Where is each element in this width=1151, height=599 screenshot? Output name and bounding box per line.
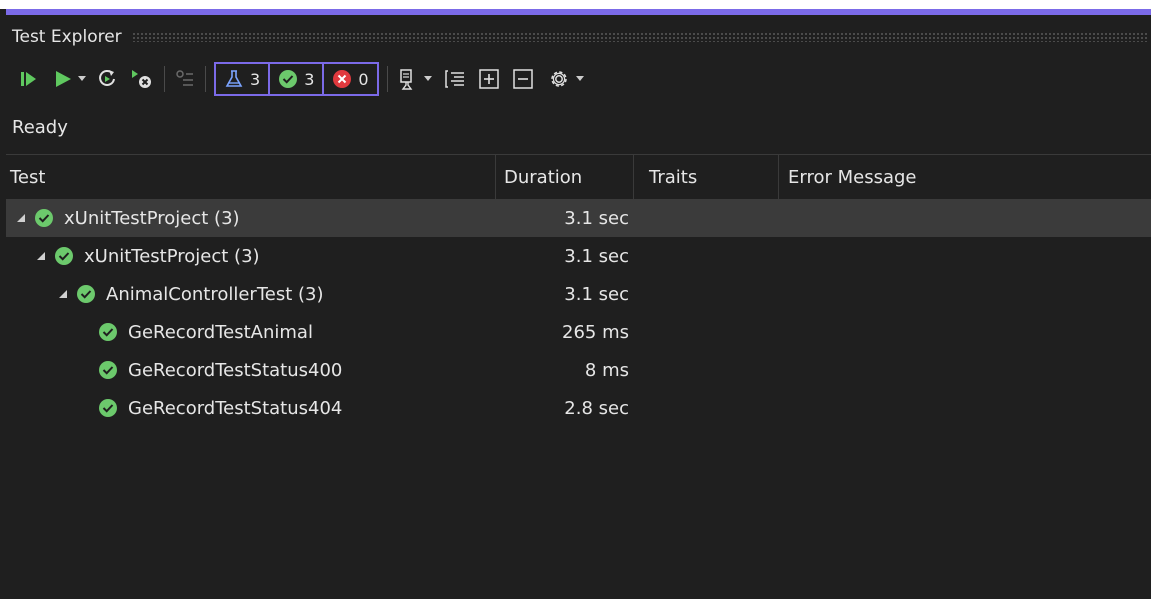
total-tests-counter[interactable]: 3 (216, 64, 271, 94)
pass-check-icon (54, 246, 74, 266)
row-duration: 2.8 sec (564, 397, 629, 419)
failed-count: 0 (358, 69, 369, 89)
flask-icon (225, 70, 243, 87)
pass-check-icon (279, 70, 298, 88)
tree-row-test[interactable]: GeRecordTestAnimal 265 ms (6, 313, 1151, 351)
tree-row-name: xUnitTestProject (3) (34, 246, 260, 267)
group-icon[interactable] (442, 64, 468, 94)
row-label: GeRecordTestStatus404 (128, 397, 343, 419)
row-duration: 3.1 sec (564, 207, 629, 229)
run-dropdown-chevron-down-icon[interactable] (74, 64, 90, 94)
expanded-triangle-icon[interactable] (34, 251, 48, 261)
tree-row-test[interactable]: GeRecordTestStatus404 2.8 sec (6, 389, 1151, 427)
window-title: Test Explorer (12, 27, 122, 47)
total-count: 3 (250, 69, 261, 89)
title-bar[interactable]: Test Explorer (6, 23, 1151, 51)
tree-row-test[interactable]: GeRecordTestStatus400 8 ms (6, 351, 1151, 389)
toolbar: 3 3 0 (6, 59, 1151, 99)
settings-dropdown-chevron-down-icon[interactable] (572, 64, 588, 94)
passed-count: 3 (304, 69, 315, 89)
row-duration: 3.1 sec (564, 283, 629, 305)
tree-row-project-root[interactable]: xUnitTestProject (3) 3.1 sec (6, 199, 1151, 237)
repeat-icon[interactable] (94, 64, 120, 94)
run-all-icon[interactable] (16, 64, 42, 94)
test-tree: xUnitTestProject (3) 3.1 sec xUnitTestPr… (6, 199, 1151, 427)
pass-check-icon (98, 360, 118, 380)
fail-x-icon (333, 70, 352, 88)
passed-tests-counter[interactable]: 3 (270, 64, 325, 94)
tree-row-name: GeRecordTestAnimal (98, 322, 313, 343)
pass-check-icon (98, 322, 118, 342)
pass-check-icon (76, 284, 96, 304)
row-label: AnimalControllerTest (3) (106, 283, 324, 305)
collapse-all-icon[interactable] (510, 64, 536, 94)
row-duration: 265 ms (562, 321, 629, 343)
toolbar-separator (386, 66, 388, 92)
column-header: Test Duration Traits Error Message (6, 155, 1151, 199)
row-label: xUnitTestProject (3) (64, 207, 240, 229)
expand-all-icon[interactable] (476, 64, 502, 94)
tree-row-name: AnimalControllerTest (3) (56, 284, 324, 305)
playlist-dropdown-chevron-down-icon[interactable] (420, 64, 436, 94)
status-text: Ready (12, 117, 68, 138)
row-label: GeRecordTestAnimal (128, 321, 313, 343)
toolbar-separator (164, 66, 165, 92)
pass-check-icon (98, 398, 118, 418)
tree-row-class[interactable]: AnimalControllerTest (3) 3.1 sec (6, 275, 1151, 313)
row-duration: 3.1 sec (564, 245, 629, 267)
playlist-icon[interactable] (396, 64, 420, 94)
tree-row-name: xUnitTestProject (3) (14, 208, 240, 229)
gear-icon[interactable] (546, 64, 572, 94)
test-counters: 3 3 0 (214, 62, 379, 96)
toolbar-separator (205, 66, 206, 92)
expanded-triangle-icon[interactable] (14, 213, 28, 223)
active-tab-accent (6, 9, 1151, 15)
column-duration[interactable]: Duration (495, 155, 633, 199)
failed-tests-counter[interactable]: 0 (324, 64, 376, 94)
tree-row-name: GeRecordTestStatus400 (98, 360, 342, 381)
test-explorer-window: Test Explorer 3 3 0 Ready Test Duration … (6, 9, 1151, 599)
filter-icon[interactable] (173, 64, 197, 94)
tree-row-project[interactable]: xUnitTestProject (3) 3.1 sec (6, 237, 1151, 275)
row-duration: 8 ms (584, 359, 629, 381)
column-traits[interactable]: Traits (633, 155, 778, 199)
column-test[interactable]: Test (6, 155, 495, 199)
drag-grip[interactable] (131, 32, 1147, 42)
row-label: xUnitTestProject (3) (84, 245, 260, 267)
top-border (0, 0, 1151, 9)
expanded-triangle-icon[interactable] (56, 289, 70, 299)
pass-check-icon (34, 208, 54, 228)
column-error-message[interactable]: Error Message (778, 155, 1151, 199)
tree-row-name: GeRecordTestStatus404 (98, 398, 342, 419)
cancel-icon[interactable] (128, 64, 156, 94)
row-label: GeRecordTestStatus400 (128, 359, 343, 381)
run-icon[interactable] (52, 64, 74, 94)
